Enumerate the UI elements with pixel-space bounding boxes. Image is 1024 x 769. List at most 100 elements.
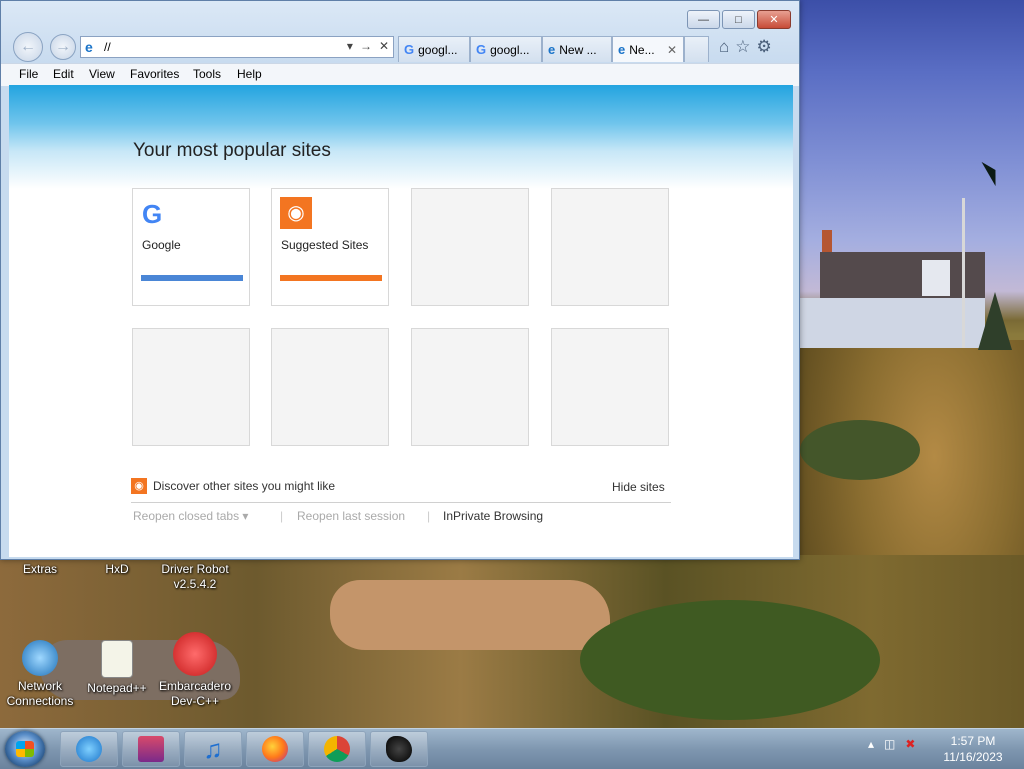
address-bar[interactable]: e // ▾ → ✕ [80, 36, 394, 58]
separator-bar: | [280, 509, 284, 523]
lightbulb-icon: ◉ [131, 478, 147, 494]
tile-empty [551, 328, 669, 446]
desktop-icon-label: Driver Robot v2.5.4.2 [161, 562, 229, 591]
clock-time: 1:57 PM [950, 734, 996, 748]
minimize-button[interactable]: — [687, 10, 720, 29]
start-button[interactable] [5, 731, 45, 767]
network-globe-icon [22, 640, 58, 676]
desktop-icon-hxd[interactable]: HxD [77, 562, 157, 577]
dropdown-arrow-icon[interactable]: ▾ [347, 39, 353, 53]
menu-favorites[interactable]: Favorites [130, 67, 179, 81]
tile-label: Google [142, 238, 181, 252]
new-tab-page: Your most popular sites G Google ◉ Sugge… [9, 85, 793, 557]
winrar-icon [138, 736, 164, 762]
wallpaper-house [800, 230, 985, 348]
tab-label: googl... [490, 42, 530, 57]
discover-label: Discover other sites you might like [153, 479, 336, 493]
favorites-star-icon[interactable]: ☆ [735, 37, 750, 57]
music-note-icon: ♫ [203, 734, 223, 764]
menu-edit[interactable]: Edit [53, 67, 74, 81]
page-heading: Your most popular sites [133, 140, 331, 161]
ie-tab-icon: e [618, 42, 626, 57]
house-roof [820, 252, 985, 302]
taskbar-internet-explorer[interactable] [60, 731, 118, 767]
desktop-icon-label: Network Connections [6, 679, 74, 708]
tab-close-icon[interactable]: ✕ [667, 43, 677, 57]
system-tray: ▴ ◫ ✖ [868, 737, 915, 751]
divider [131, 502, 671, 503]
reopen-closed-tabs-link[interactable]: Reopen closed tabs ▾ [133, 509, 248, 523]
title-bar[interactable]: — □ ✕ ← → e // ▾ → ✕ G googl... G googl.… [1, 1, 799, 63]
menu-view[interactable]: View [89, 67, 115, 81]
tile-empty [271, 328, 389, 446]
ie-tab-icon: e [548, 42, 556, 57]
tab-label: New ... [559, 42, 597, 57]
tile-google[interactable]: G Google [132, 188, 250, 306]
desktop-icon-driver-robot[interactable]: Driver Robot v2.5.4.2 [152, 562, 238, 592]
desktop-icon-network-connections[interactable]: Network Connections [0, 640, 80, 709]
menu-bar: File Edit View Favorites Tools Help [1, 63, 799, 86]
notepadpp-icon [101, 640, 133, 678]
tile-suggested-sites[interactable]: ◉ Suggested Sites [271, 188, 389, 306]
google-logo-icon: G [142, 199, 163, 229]
menu-help[interactable]: Help [237, 67, 262, 81]
ie-browser-window[interactable]: — □ ✕ ← → e // ▾ → ✕ G googl... G googl.… [0, 0, 800, 560]
settings-gear-icon[interactable]: ⚙ [757, 37, 772, 57]
forward-button[interactable]: → [50, 34, 76, 60]
toolbar-icons: ⌂ ☆ ⚙ [719, 37, 772, 57]
reopen-last-session-link[interactable]: Reopen last session [297, 509, 405, 523]
desktop-icon-label: Embarcadero Dev-C++ [158, 679, 232, 708]
tile-empty [411, 188, 529, 306]
maximize-button[interactable]: □ [722, 10, 755, 29]
tab-google-1[interactable]: G googl... [398, 36, 470, 62]
desktop-icon-devcpp[interactable]: Embarcadero Dev-C++ [152, 632, 238, 709]
menu-file[interactable]: File [19, 67, 38, 81]
taskbar-winrar[interactable] [122, 731, 180, 767]
house-wall [800, 298, 985, 348]
home-icon[interactable]: ⌂ [719, 37, 729, 57]
inkscape-icon [386, 736, 412, 762]
window-controls: — □ ✕ [687, 10, 791, 29]
back-button[interactable]: ← [13, 32, 43, 62]
chrome-icon [324, 736, 350, 762]
chevron-down-icon: ▾ [242, 509, 249, 523]
tab-new-active[interactable]: e Ne... ✕ [612, 36, 684, 62]
address-controls: ▾ → ✕ [347, 39, 389, 53]
lightbulb-icon: ◉ [280, 197, 312, 229]
tab-new-1[interactable]: e New ... [542, 36, 612, 62]
menu-tools[interactable]: Tools [193, 67, 221, 81]
desktop-icon-notepadpp[interactable]: Notepad++ [77, 640, 157, 696]
show-hidden-icons-icon[interactable]: ▴ [868, 737, 874, 751]
new-tab-button[interactable] [684, 36, 709, 62]
discover-link[interactable]: ◉ Discover other sites you might like [131, 478, 335, 494]
tile-color-bar [280, 275, 382, 281]
separator-bar: | [427, 509, 431, 523]
system-clock[interactable]: 1:57 PM 11/16/2023 [938, 733, 1008, 765]
hide-sites-link[interactable]: Hide sites [612, 480, 665, 494]
tab-google-2[interactable]: G googl... [470, 36, 542, 62]
wallpaper-bush [800, 420, 920, 480]
taskbar-chrome[interactable] [308, 731, 366, 767]
taskbar-firefox[interactable] [246, 731, 304, 767]
desktop-icon-label: Extras [22, 562, 57, 576]
tile-color-bar [141, 275, 243, 281]
taskbar-media-player[interactable]: ♫ [184, 731, 242, 767]
inprivate-browsing-link[interactable]: InPrivate Browsing [443, 509, 543, 523]
desktop-icon-label: Notepad++ [87, 681, 147, 695]
wallpaper-bush [580, 600, 880, 720]
reopen-closed-label: Reopen closed tabs [133, 509, 240, 523]
tile-empty [411, 328, 529, 446]
network-status-icon[interactable]: ◫ [884, 737, 895, 751]
volume-muted-icon[interactable]: ✖ [905, 737, 915, 751]
desktop-icon-extras[interactable]: Extras [0, 562, 80, 577]
close-button[interactable]: ✕ [757, 10, 791, 29]
taskbar-inkscape[interactable] [370, 731, 428, 767]
house-dormer [922, 260, 950, 296]
address-input[interactable]: // [104, 40, 111, 54]
taskbar: ♫ ▴ ◫ ✖ 1:57 PM 11/16/2023 [0, 728, 1024, 769]
ie-page-icon: e [85, 39, 93, 55]
tab-label: Ne... [629, 42, 655, 57]
flag-pole [962, 198, 965, 348]
stop-x-icon[interactable]: ✕ [379, 39, 389, 53]
go-arrow-icon[interactable]: → [360, 39, 372, 53]
